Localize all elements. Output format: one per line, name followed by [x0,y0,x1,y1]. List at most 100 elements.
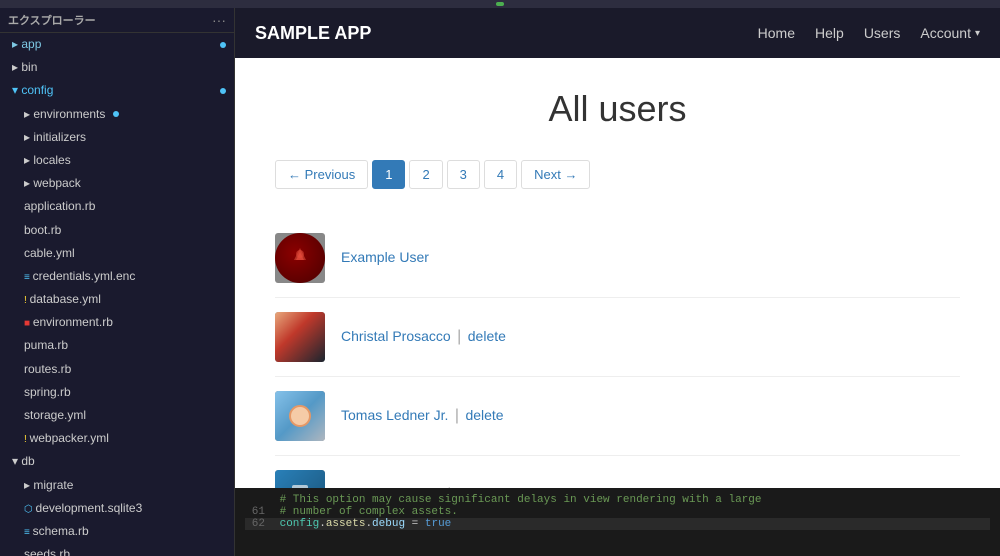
pagination-page-1-button[interactable]: 1 [372,160,405,189]
sidebar-item-label: ▸ migrate [24,478,73,492]
sidebar-item-label: ≡ credentials.yml.enc [24,269,135,283]
code-text: # number of complex assets. [280,506,458,518]
sidebar-item-label: ▾ config [12,83,53,97]
sidebar-item-label: ≡ schema.rb [24,524,89,538]
sidebar-item-seeds-rb[interactable]: seeds.rb [0,543,234,556]
user-list: Example User Christal Prosacco | delete [275,219,960,488]
avatar-landscape [275,312,325,362]
nav-account-label: Account [920,25,971,41]
nav-home-link[interactable]: Home [758,25,795,41]
sidebar-title: エクスプローラー [8,12,96,28]
sidebar-item-label: spring.rb [24,385,71,399]
code-text: config.assets.debug = true [280,518,452,530]
pagination-prev-button[interactable]: ← Previous [275,160,368,189]
avatar [275,233,325,283]
user-info: Christal Prosacco | delete [341,328,506,346]
sidebar-header: エクスプローラー ··· [0,8,234,33]
navbar-brand: SAMPLE APP [255,23,371,44]
sidebar-item-boot-rb[interactable]: boot.rb [0,219,234,242]
user-row: Tomas Ledner Jr. | delete [275,377,960,456]
user-name-link[interactable]: Christal Prosacco [341,328,451,344]
separator: | [457,328,466,345]
pagination-page-2-button[interactable]: 2 [409,160,442,189]
terminal-line: 61 # number of complex assets. [245,506,990,518]
avatar [275,391,325,441]
navbar-links: Home Help Users Account ▾ [758,25,980,41]
sidebar-item-label: routes.rb [24,362,71,376]
sidebar-item-label: puma.rb [24,338,68,352]
terminal-line-highlight: 62 config.assets.debug = true [245,518,990,530]
sidebar-item-label: application.rb [24,199,95,213]
sidebar-item-label: ▸ app [12,37,41,51]
pagination: ← Previous 1 2 3 4 Next → [275,160,960,189]
sidebar-item-label: ▸ bin [12,60,37,74]
sidebar-item-puma-rb[interactable]: puma.rb [0,334,234,357]
sidebar-item-locales[interactable]: ▸ locales [0,149,234,172]
sidebar-item-environments[interactable]: ▸ environments [0,103,234,126]
sidebar-item-schema-rb[interactable]: ≡ schema.rb [0,520,234,543]
file-explorer-sidebar: エクスプローラー ··· ▸ app ▸ bin ▾ config ▸ envi… [0,8,235,556]
sidebar-item-spring-rb[interactable]: spring.rb [0,381,234,404]
top-bar-indicator [496,2,504,6]
user-delete-link[interactable]: delete [465,407,503,423]
sidebar-item-label: ▸ locales [24,153,71,167]
user-delete-link[interactable]: delete [468,328,506,344]
sidebar-item-label: cable.yml [24,246,75,260]
nav-help-link[interactable]: Help [815,25,844,41]
user-row: Christal Prosacco | delete [275,298,960,377]
sidebar-item-database-yml[interactable]: ! database.yml [0,288,234,311]
sidebar-item-storage-yml[interactable]: storage.yml [0,404,234,427]
sidebar-item-app[interactable]: ▸ app [0,33,234,56]
sidebar-item-initializers[interactable]: ▸ initializers [0,126,234,149]
user-name-link[interactable]: Tomas Ledner Jr. [341,407,448,423]
user-name-link[interactable]: Example User [341,249,429,265]
app-area: SAMPLE APP Home Help Users Account ▾ All… [235,8,1000,556]
sidebar-file-tree: ▸ app ▸ bin ▾ config ▸ environments ▸ in… [0,33,234,556]
pagination-next-button[interactable]: Next → [521,160,590,189]
user-info: Example User [341,249,429,267]
sidebar-item-bin[interactable]: ▸ bin [0,56,234,79]
sidebar-item-label: seeds.rb [24,547,70,556]
pagination-page-3-button[interactable]: 3 [447,160,480,189]
line-number: 61 [245,506,265,518]
user-info: Tomas Ledner Jr. | delete [341,407,504,425]
nav-users-link[interactable]: Users [864,25,901,41]
avatar-circle [275,233,325,283]
nav-account-dropdown[interactable]: Account ▾ [920,25,980,41]
sidebar-item-development-sqlite3[interactable]: ⬡ development.sqlite3 [0,497,234,520]
terminal-panel: # This option may cause significant dela… [235,488,1000,556]
user-row: Trish Powlowski | delete [275,456,960,488]
avatar-icon [286,244,314,272]
sidebar-item-webpack[interactable]: ▸ webpack [0,172,234,195]
sidebar-item-environment-rb[interactable]: ■ environment.rb [0,311,234,334]
page-title: All users [275,88,960,130]
sidebar-item-label: ! webpacker.yml [24,431,109,445]
terminal-line: # This option may cause significant dela… [245,494,990,506]
line-number: 62 [245,518,265,530]
sidebar-item-webpacker-yml[interactable]: ! webpacker.yml [0,427,234,450]
sidebar-item-label: ▸ webpack [24,176,81,190]
sidebar-item-label: storage.yml [24,408,86,422]
code-text: # This option may cause significant dela… [280,494,762,506]
avatar [275,312,325,362]
navbar: SAMPLE APP Home Help Users Account ▾ [235,8,1000,58]
sidebar-item-label: ⬡ development.sqlite3 [24,501,142,515]
user-row: Example User [275,219,960,298]
sidebar-item-label: ▾ db [12,454,35,468]
sidebar-item-db[interactable]: ▾ db [0,450,234,473]
sidebar-item-config[interactable]: ▾ config [0,79,234,102]
separator: | [455,407,464,424]
sidebar-item-label: ▸ initializers [24,130,86,144]
sidebar-item-label: ■ environment.rb [24,315,113,329]
sidebar-item-label: ▸ environments [24,107,119,121]
sidebar-item-routes-rb[interactable]: routes.rb [0,358,234,381]
sidebar-item-application-rb[interactable]: application.rb [0,195,234,218]
sidebar-item-credentials[interactable]: ≡ credentials.yml.enc [0,265,234,288]
avatar-sport [275,470,325,488]
chevron-down-icon: ▾ [975,28,980,39]
avatar [275,470,325,488]
sidebar-menu-button[interactable]: ··· [212,12,226,28]
pagination-page-4-button[interactable]: 4 [484,160,517,189]
sidebar-item-migrate[interactable]: ▸ migrate [0,474,234,497]
sidebar-item-cable-yml[interactable]: cable.yml [0,242,234,265]
